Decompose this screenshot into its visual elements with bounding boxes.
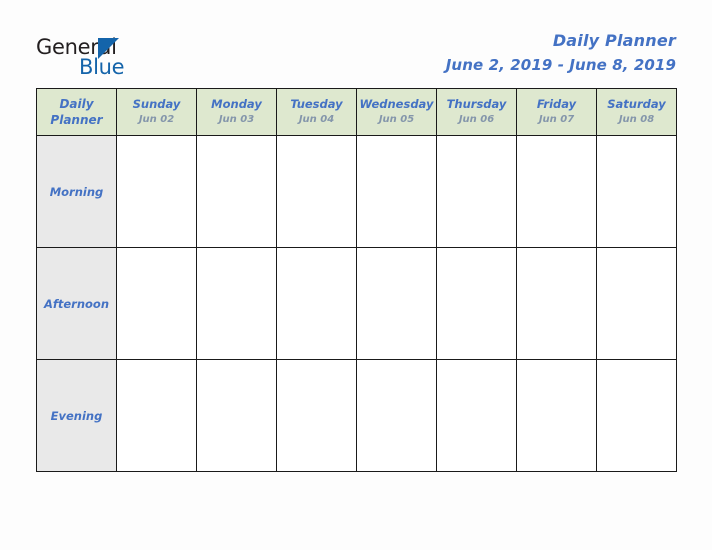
- day-date: Jun 04: [298, 114, 335, 125]
- planner-table: Daily Planner Sunday Jun 02 Monday Jun 0…: [36, 88, 677, 472]
- slot-evening-wednesday[interactable]: [356, 359, 437, 472]
- row-label-text: Evening: [50, 408, 103, 423]
- slot-morning-thursday[interactable]: [436, 135, 517, 248]
- page-title-block: Daily Planner June 2, 2019 - June 8, 201…: [446, 30, 676, 76]
- slot-evening-monday[interactable]: [196, 359, 277, 472]
- day-name: Tuesday: [290, 97, 343, 111]
- slot-morning-wednesday[interactable]: [356, 135, 437, 248]
- slot-afternoon-wednesday[interactable]: [356, 247, 437, 360]
- row-label-text: Afternoon: [43, 296, 110, 311]
- slot-afternoon-saturday[interactable]: [596, 247, 677, 360]
- slot-morning-saturday[interactable]: [596, 135, 677, 248]
- slot-evening-tuesday[interactable]: [276, 359, 357, 472]
- corner-label-line2: Planner: [50, 113, 103, 127]
- slot-evening-thursday[interactable]: [436, 359, 517, 472]
- row-label-morning: Morning: [36, 135, 117, 248]
- row-label-text: Morning: [49, 184, 104, 199]
- column-header-saturday[interactable]: Saturday Jun 08: [596, 88, 677, 136]
- slot-afternoon-friday[interactable]: [516, 247, 597, 360]
- slot-evening-saturday[interactable]: [596, 359, 677, 472]
- day-name: Thursday: [446, 97, 507, 111]
- slot-evening-friday[interactable]: [516, 359, 597, 472]
- day-name: Sunday: [132, 97, 181, 111]
- slot-morning-friday[interactable]: [516, 135, 597, 248]
- row-label-evening: Evening: [36, 359, 117, 472]
- brand-logo[interactable]: General Blue: [36, 36, 226, 82]
- page-title: Daily Planner: [552, 31, 676, 50]
- table-row-evening: Evening: [36, 359, 677, 472]
- day-name: Friday: [536, 97, 577, 111]
- day-date: Jun 06: [458, 114, 495, 125]
- planner-page: General Blue Daily Planner June 2, 2019 …: [0, 0, 712, 550]
- column-header-thursday[interactable]: Thursday Jun 06: [436, 88, 517, 136]
- day-date: Jun 05: [378, 114, 415, 125]
- page-header: General Blue Daily Planner June 2, 2019 …: [0, 0, 712, 88]
- corner-label-line1: Daily: [59, 97, 94, 111]
- column-header-friday[interactable]: Friday Jun 07: [516, 88, 597, 136]
- table-row-afternoon: Afternoon: [36, 247, 677, 360]
- row-label-afternoon: Afternoon: [36, 247, 117, 360]
- day-date: Jun 02: [138, 114, 175, 125]
- brand-name-blue: Blue: [79, 55, 125, 79]
- page-date-range: June 2, 2019 - June 8, 2019: [445, 56, 676, 74]
- slot-afternoon-thursday[interactable]: [436, 247, 517, 360]
- slot-morning-tuesday[interactable]: [276, 135, 357, 248]
- column-header-sunday[interactable]: Sunday Jun 02: [116, 88, 197, 136]
- table-corner-cell: Daily Planner: [36, 88, 117, 136]
- table-header-row: Daily Planner Sunday Jun 02 Monday Jun 0…: [36, 88, 677, 136]
- slot-morning-sunday[interactable]: [116, 135, 197, 248]
- day-date: Jun 03: [218, 114, 255, 125]
- slot-afternoon-monday[interactable]: [196, 247, 277, 360]
- day-name: Saturday: [607, 97, 666, 111]
- column-header-monday[interactable]: Monday Jun 03: [196, 88, 277, 136]
- slot-afternoon-tuesday[interactable]: [276, 247, 357, 360]
- day-date: Jun 07: [538, 114, 575, 125]
- slot-evening-sunday[interactable]: [116, 359, 197, 472]
- slot-morning-monday[interactable]: [196, 135, 277, 248]
- column-header-tuesday[interactable]: Tuesday Jun 04: [276, 88, 357, 136]
- day-name: Wednesday: [359, 97, 434, 111]
- slot-afternoon-sunday[interactable]: [116, 247, 197, 360]
- day-date: Jun 08: [618, 114, 655, 125]
- table-row-morning: Morning: [36, 135, 677, 248]
- day-name: Monday: [211, 97, 262, 111]
- column-header-wednesday[interactable]: Wednesday Jun 05: [356, 88, 437, 136]
